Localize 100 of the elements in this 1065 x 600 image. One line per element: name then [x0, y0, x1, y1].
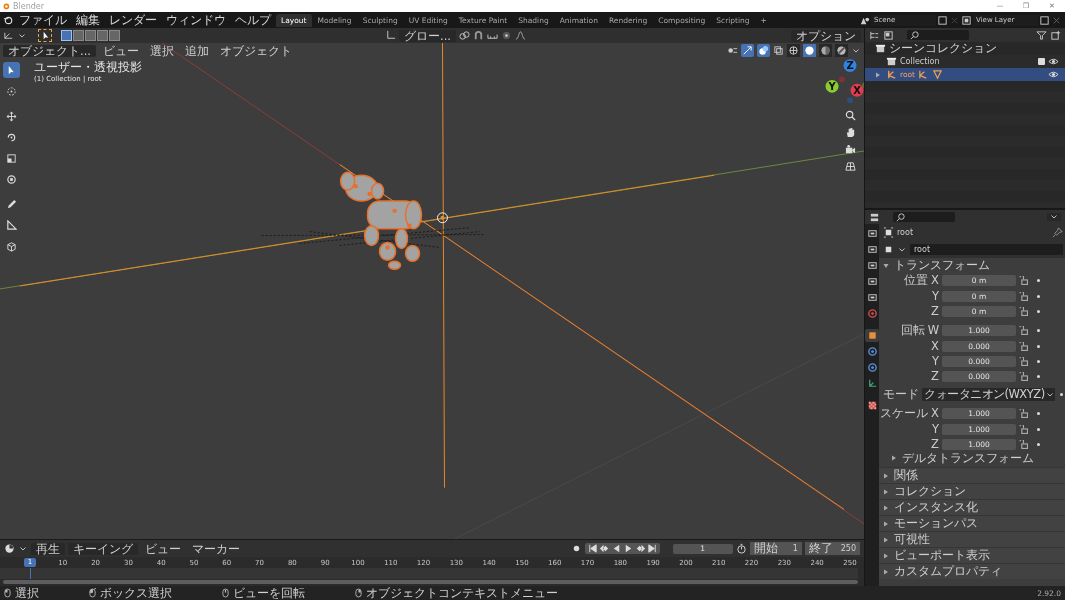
jump-start-icon[interactable] [586, 543, 598, 554]
unlocked-padlock-icon[interactable] [1019, 341, 1028, 351]
menu-item[interactable]: ファイル [15, 13, 71, 27]
collapsed-triangle-icon[interactable] [883, 568, 889, 575]
unlocked-padlock-icon[interactable] [1019, 306, 1028, 316]
options-dropdown[interactable]: オプション [791, 29, 861, 42]
x-ray-icon[interactable] [773, 45, 784, 56]
panel-header[interactable]: カスタムプロパティ [879, 563, 1065, 579]
menu-item[interactable]: ウィンドウ [162, 13, 230, 27]
keyframe-dot[interactable] [1036, 309, 1040, 313]
orientation-dropdown[interactable]: グロー... [399, 29, 456, 42]
mode-dropdown[interactable]: オブジェクト... [3, 44, 96, 57]
eye-icon[interactable] [1048, 56, 1059, 67]
stopwatch-icon[interactable] [735, 543, 747, 554]
visibility-icon[interactable] [727, 45, 738, 56]
properties-tab[interactable] [865, 345, 879, 358]
pivot-link-icon[interactable] [459, 30, 470, 41]
copy-icon[interactable] [937, 14, 948, 26]
keyframe-dot[interactable] [1059, 393, 1063, 396]
panel-header[interactable]: コレクション [879, 483, 1065, 499]
panel-title[interactable]: トランスフォーム [894, 258, 990, 273]
editor-type-icon[interactable] [869, 211, 880, 223]
menu-item[interactable]: レンダー [105, 13, 161, 27]
hand-icon[interactable] [845, 127, 856, 138]
panel-header[interactable]: 関係 [879, 467, 1065, 483]
unlocked-padlock-icon[interactable] [1019, 409, 1028, 418]
menu-item[interactable]: ビュー [98, 44, 143, 57]
collapsed-triangle-icon[interactable] [883, 504, 889, 511]
end-frame-field[interactable]: 終了 250 [804, 542, 860, 555]
panel-header[interactable]: モーションパス [879, 515, 1065, 531]
unlocked-padlock-icon[interactable] [1019, 439, 1028, 449]
search-field[interactable] [893, 212, 955, 222]
keyframe-dot[interactable] [1036, 427, 1040, 431]
subpanel-title[interactable]: デルタトランスフォーム [902, 450, 1034, 466]
keyframe-dot[interactable] [1036, 329, 1040, 332]
panel-header[interactable]: 可視性 [879, 531, 1065, 547]
panel-header[interactable]: ビューポート表示 [879, 547, 1065, 563]
collapsed-triangle-icon[interactable] [891, 455, 897, 461]
unlocked-padlock-icon[interactable] [1019, 371, 1028, 381]
unlocked-padlock-icon[interactable] [1019, 291, 1028, 301]
solid-shading-button[interactable] [803, 44, 816, 57]
proportional-edit-icon[interactable] [501, 30, 512, 41]
jump-end-icon[interactable] [646, 543, 658, 554]
rotation-mode-dropdown[interactable]: クォータニオン(WXYZ) [922, 388, 1055, 401]
select-tool-button[interactable] [3, 62, 20, 78]
collapsed-triangle-icon[interactable] [875, 71, 881, 78]
camera-icon[interactable] [845, 144, 856, 155]
keyframe-dot[interactable] [1036, 412, 1040, 415]
object-icon[interactable] [883, 244, 894, 255]
collapsed-triangle-icon[interactable] [883, 520, 889, 527]
overlay-toggle-button[interactable] [757, 44, 770, 57]
falloff-curve-icon[interactable] [515, 30, 526, 41]
collapsed-triangle-icon[interactable] [883, 488, 889, 495]
menu-item[interactable]: ビュー [141, 542, 185, 555]
wireframe-shading-button[interactable] [787, 44, 800, 57]
search-field[interactable] [907, 30, 969, 40]
z-axis-handle[interactable]: Z [843, 59, 857, 72]
editor-type-icon[interactable] [3, 30, 14, 41]
gizmo-toggle-button[interactable] [741, 44, 754, 57]
menu-item[interactable]: 選択 [145, 44, 178, 57]
expanded-triangle-icon[interactable] [883, 262, 889, 269]
collapsed-triangle-icon[interactable] [883, 472, 889, 479]
select-box-tool-button[interactable] [38, 29, 52, 42]
pin-icon[interactable] [1051, 227, 1063, 238]
next-keyframe-icon[interactable] [634, 543, 646, 554]
material-shading-button[interactable] [819, 44, 832, 57]
scrollbar[interactable] [3, 580, 858, 584]
keyframe-dot[interactable] [1036, 294, 1040, 298]
menu-item[interactable]: ヘルプ [231, 13, 275, 27]
unlocked-padlock-icon[interactable] [1019, 326, 1028, 335]
grid-icon[interactable] [845, 161, 856, 172]
keyframe-dot[interactable] [1036, 279, 1040, 282]
menu-item[interactable]: マーカー [188, 542, 244, 555]
filter-icon[interactable] [1036, 29, 1047, 41]
unlocked-padlock-icon[interactable] [1019, 276, 1028, 285]
selection-mode-button[interactable] [61, 30, 72, 41]
keyframe-dot[interactable] [1036, 344, 1040, 348]
negative-z-handle[interactable] [847, 97, 853, 104]
menu-item[interactable]: オブジェクト [215, 44, 296, 57]
eye-icon[interactable] [1048, 69, 1059, 80]
zoom-icon[interactable] [845, 110, 856, 121]
menu-item[interactable]: 編集 [72, 13, 104, 27]
unlocked-padlock-icon[interactable] [1019, 424, 1028, 434]
scene-collection-label[interactable]: シーンコレクション [889, 41, 997, 56]
keyframe-dot[interactable] [1036, 359, 1040, 363]
new-collection-icon[interactable] [1050, 29, 1061, 41]
exclude-checkbox[interactable] [1038, 58, 1045, 65]
outliner-type-icon[interactable] [869, 29, 880, 41]
collapsed-triangle-icon[interactable] [883, 536, 889, 543]
start-frame-field[interactable]: 開始 1 [749, 542, 802, 555]
menu-dropdown[interactable]: キーイング [68, 542, 138, 555]
rendered-shading-button[interactable] [835, 44, 848, 57]
options-button[interactable] [1047, 213, 1061, 221]
x-axis-handle[interactable]: X [850, 83, 864, 97]
object-name-field[interactable]: root [910, 244, 1063, 255]
menu-dropdown[interactable]: 再生 [31, 542, 65, 555]
menu-item[interactable]: 追加 [180, 44, 213, 57]
keyframe-dot[interactable] [1036, 374, 1040, 378]
collapsed-triangle-icon[interactable] [883, 552, 889, 559]
properties-tab[interactable] [865, 329, 879, 342]
